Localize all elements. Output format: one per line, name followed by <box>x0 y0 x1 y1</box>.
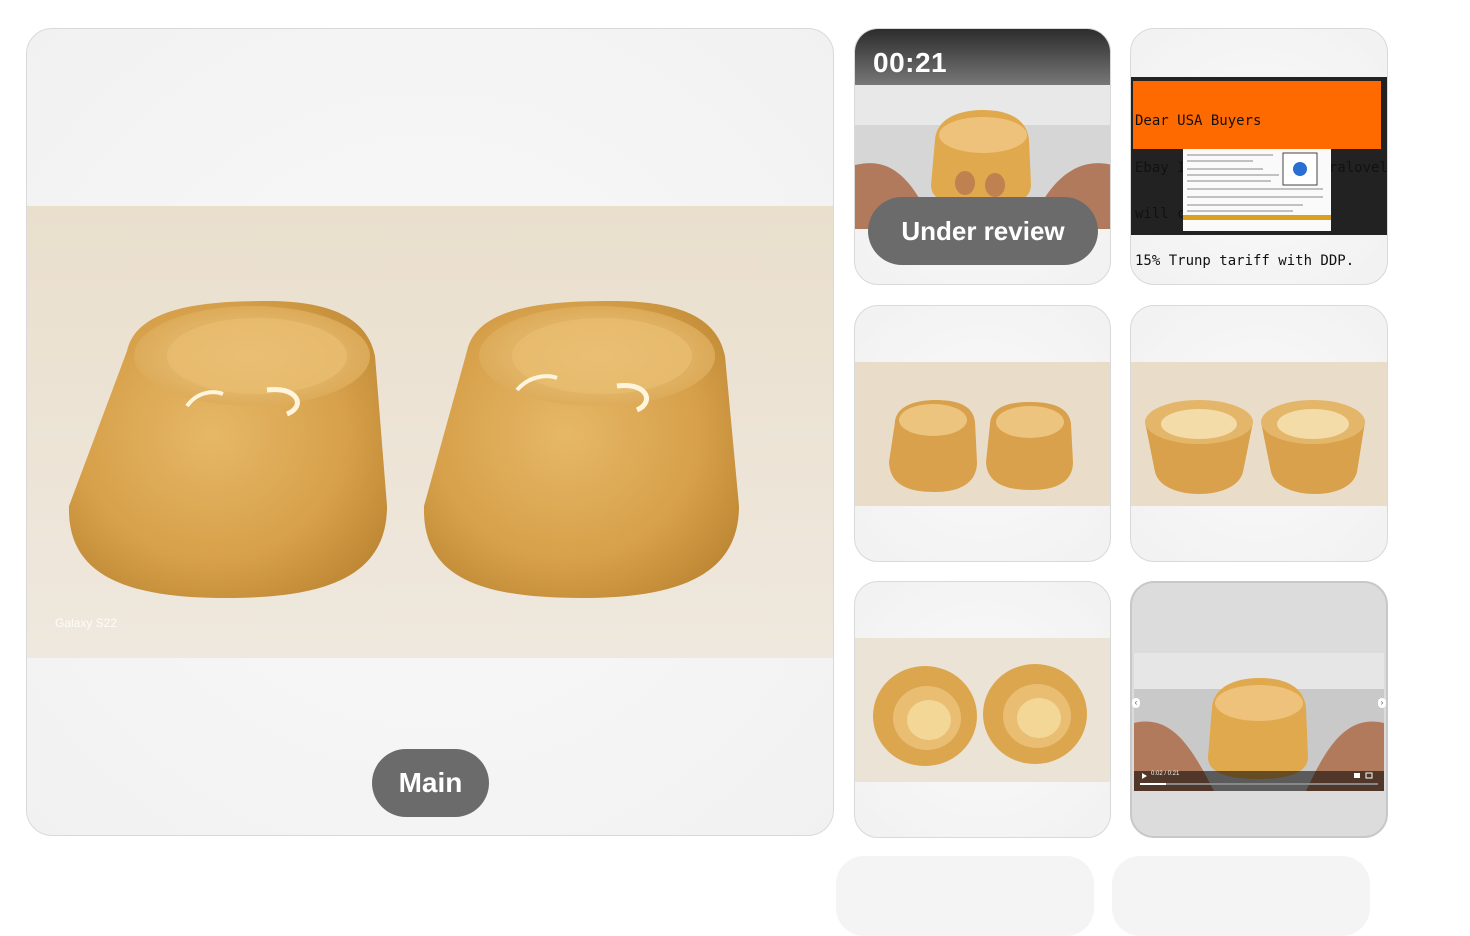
photo-two-pucks-side <box>855 362 1110 506</box>
photo-two-pucks-open <box>1131 362 1387 506</box>
main-image-tile[interactable]: Galaxy S22 Main <box>26 28 834 836</box>
notice-line-4: 15% Trunp tariff with DDP. <box>1135 252 1355 269</box>
thumbnail-video[interactable]: 00:21 Under review <box>854 28 1111 285</box>
under-review-badge: Under review <box>868 197 1098 265</box>
thumbnail-photo-top[interactable] <box>854 581 1111 838</box>
thumbnail-photo-open[interactable] <box>1130 305 1388 562</box>
camera-watermark: Galaxy S22 <box>55 616 118 630</box>
next-arrow-icon[interactable]: › <box>1378 698 1386 708</box>
thumbnail-next-left[interactable] <box>836 856 1094 936</box>
main-label-pill: Main <box>372 749 489 817</box>
notice-document-preview <box>1183 149 1331 231</box>
thumbnail-video-frame[interactable]: 0:02 / 0:21 ‹ › <box>1130 581 1388 838</box>
main-product-photo: Galaxy S22 <box>27 206 833 658</box>
notice-line-1: Dear USA Buyers <box>1135 113 1262 129</box>
notice-image: Dear USA Buyers Ebay ID microscope-camer… <box>1131 77 1387 268</box>
thumbnail-photo-side[interactable] <box>854 305 1111 562</box>
video-frame-image: 0:02 / 0:21 <box>1134 653 1384 791</box>
video-duration: 00:21 <box>873 47 948 78</box>
video-player-time: 0:02 / 0:21 <box>1151 771 1180 777</box>
photo-two-pucks-top <box>855 638 1110 782</box>
thumbnail-next-right[interactable] <box>1112 856 1370 936</box>
prev-arrow-icon[interactable]: ‹ <box>1132 698 1140 708</box>
thumbnail-notice[interactable]: Dear USA Buyers Ebay ID microscope-camer… <box>1130 28 1388 285</box>
right-puck <box>423 301 739 598</box>
